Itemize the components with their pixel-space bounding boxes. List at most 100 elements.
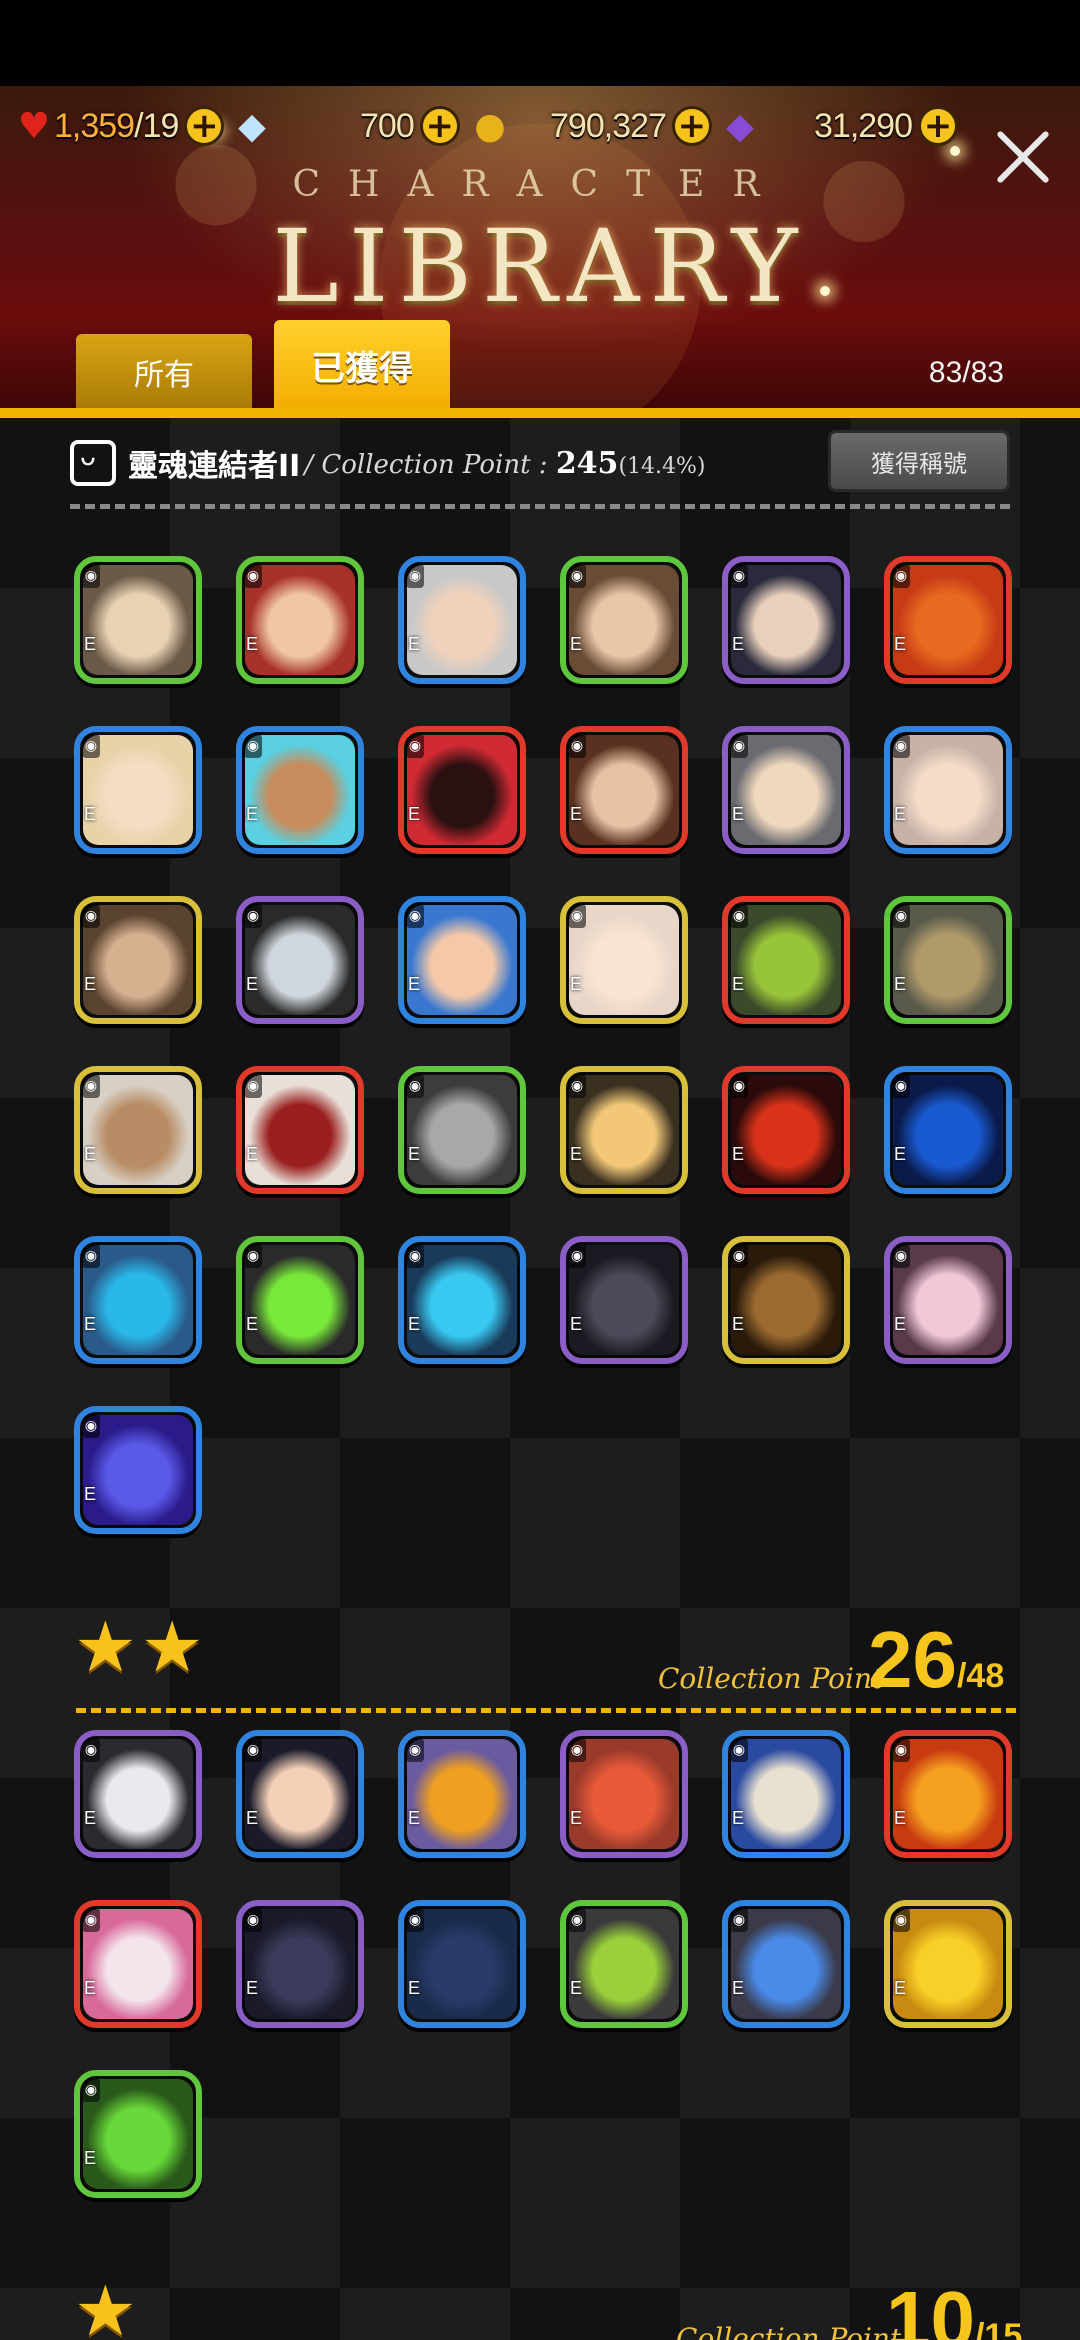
element-icon: ◉ [892, 1244, 910, 1268]
grade-label: E [732, 1978, 745, 1998]
grade-label: E [84, 804, 97, 824]
character-tile[interactable]: ◉ E [74, 2070, 202, 2198]
character-tile[interactable]: ◉ E [74, 556, 202, 684]
character-tile[interactable]: ◉ E [884, 1236, 1012, 1364]
character-tile[interactable]: ◉ E [74, 1900, 202, 2028]
character-tile[interactable]: ◉ E [722, 1900, 850, 2028]
character-tile[interactable]: ◉ E [884, 1730, 1012, 1858]
element-icon: ◉ [244, 1908, 262, 1932]
character-tile[interactable]: ◉ E [560, 556, 688, 684]
character-tile[interactable]: ◉ E [722, 1066, 850, 1194]
grade-label: E [732, 1144, 745, 1164]
element-icon: ◉ [568, 1244, 586, 1268]
grade-label: E [84, 1978, 97, 1998]
character-tile[interactable]: ◉ E [236, 1730, 364, 1858]
element-icon: ◉ [892, 1074, 910, 1098]
gem-icon: ◆ [238, 105, 266, 147]
grade-label: E [732, 1314, 745, 1334]
grade-label: E [246, 974, 259, 994]
star-icon: ★ [140, 1606, 204, 1688]
two-star-rating: ★ ★ [74, 1612, 204, 1682]
character-tile[interactable]: ◉ E [884, 556, 1012, 684]
character-tile[interactable]: ◉ E [884, 1066, 1012, 1194]
character-tile[interactable]: ◉ E [398, 556, 526, 684]
tab-all[interactable]: 所有 [76, 334, 252, 410]
get-title-button[interactable]: 獲得稱號 [828, 430, 1010, 492]
tab-owned[interactable]: 已獲得 [274, 320, 450, 410]
element-icon: ◉ [406, 904, 424, 928]
character-tile[interactable]: ◉ E [722, 1730, 850, 1858]
character-tile[interactable]: ◉ E [722, 556, 850, 684]
character-tile[interactable]: ◉ E [398, 1730, 526, 1858]
character-tile[interactable]: ◉ E [722, 1236, 850, 1364]
character-tile[interactable]: ◉ E [884, 896, 1012, 1024]
element-icon: ◉ [568, 1074, 586, 1098]
character-tile[interactable]: ◉ E [884, 726, 1012, 854]
one-star-cp-max: /15 [974, 2317, 1023, 2340]
gold-resource: ● 790,327 + [470, 96, 712, 156]
grade-label: E [732, 804, 745, 824]
title-slash: / [304, 449, 314, 480]
two-star-cp-max: /48 [956, 1657, 1005, 1695]
character-tile[interactable]: ◉ E [74, 1406, 202, 1534]
character-tile[interactable]: ◉ E [236, 1236, 364, 1364]
add-gold-button[interactable]: + [671, 106, 712, 146]
element-icon: ◉ [82, 1738, 100, 1762]
grade-label: E [84, 634, 97, 654]
character-tile[interactable]: ◉ E [560, 1900, 688, 2028]
element-icon: ◉ [730, 1074, 748, 1098]
grade-label: E [570, 1314, 583, 1334]
gem-resource: ◆ 700 + [232, 96, 460, 156]
character-tile[interactable]: ◉ E [74, 896, 202, 1024]
character-tile[interactable]: ◉ E [74, 726, 202, 854]
add-crystal-button[interactable]: + [918, 106, 958, 146]
element-icon: ◉ [244, 734, 262, 758]
character-tile[interactable]: ◉ E [722, 726, 850, 854]
grade-label: E [570, 1808, 583, 1828]
element-icon: ◉ [406, 734, 424, 758]
library-list[interactable] [0, 418, 1080, 2340]
grade-label: E [732, 634, 745, 654]
character-tile[interactable]: ◉ E [236, 896, 364, 1024]
grade-label: E [894, 1978, 907, 1998]
character-tile[interactable]: ◉ E [398, 1066, 526, 1194]
character-tile[interactable]: ◉ E [560, 726, 688, 854]
title-info-row: 靈魂連結者II / Collection Point : 245(14.4%) [70, 438, 706, 488]
add-gem-button[interactable]: + [419, 106, 460, 146]
add-stamina-button[interactable]: + [184, 106, 225, 146]
character-tile[interactable]: ◉ E [398, 1900, 526, 2028]
element-icon: ◉ [730, 1908, 748, 1932]
title-cp-label: Collection Point : [321, 449, 548, 480]
character-tile[interactable]: ◉ E [560, 1066, 688, 1194]
character-tile[interactable]: ◉ E [74, 1066, 202, 1194]
element-icon: ◉ [568, 1908, 586, 1932]
element-icon: ◉ [82, 1908, 100, 1932]
character-tile[interactable]: ◉ E [236, 1066, 364, 1194]
stamina-max: /19 [134, 106, 179, 145]
character-tile[interactable]: ◉ E [722, 896, 850, 1024]
element-icon: ◉ [244, 564, 262, 588]
title-icon [70, 440, 116, 486]
character-tile[interactable]: ◉ E [560, 1236, 688, 1364]
title-cp-percent: (14.4%) [618, 453, 706, 479]
character-tile[interactable]: ◉ E [560, 1730, 688, 1858]
character-tile[interactable]: ◉ E [74, 1236, 202, 1364]
title-collection-point: / Collection Point : 245(14.4%) [304, 446, 705, 481]
element-icon: ◉ [244, 1244, 262, 1268]
character-tile[interactable]: ◉ E [74, 1730, 202, 1858]
character-tile[interactable]: ◉ E [236, 1900, 364, 2028]
character-tile[interactable]: ◉ E [884, 1900, 1012, 2028]
character-tile[interactable]: ◉ E [398, 896, 526, 1024]
element-icon: ◉ [82, 1244, 100, 1268]
character-tile[interactable]: ◉ E [398, 726, 526, 854]
character-tile[interactable]: ◉ E [236, 556, 364, 684]
two-star-cp-current: 26 [868, 1615, 957, 1704]
element-icon: ◉ [82, 1074, 100, 1098]
element-icon: ◉ [406, 1244, 424, 1268]
character-tile[interactable]: ◉ E [560, 896, 688, 1024]
character-tile[interactable]: ◉ E [236, 726, 364, 854]
grade-label: E [246, 1314, 259, 1334]
character-tile[interactable]: ◉ E [398, 1236, 526, 1364]
grade-label: E [894, 634, 907, 654]
grade-label: E [408, 1978, 421, 1998]
